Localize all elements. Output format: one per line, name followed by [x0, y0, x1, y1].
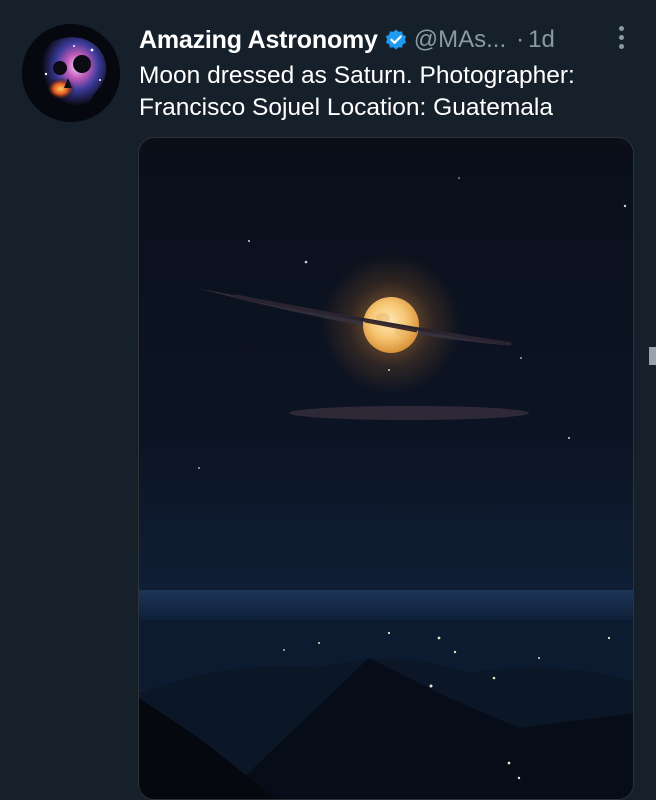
tweet-photo[interactable]: [138, 137, 634, 800]
tweet-text: Moon dressed as Saturn. Photographer: Fr…: [139, 62, 575, 121]
meta-separator: ·: [516, 26, 525, 53]
scrollbar-thumb[interactable]: [649, 347, 656, 365]
tweet-header: Amazing Astronomy @MAs... · 1d: [139, 22, 606, 58]
galaxy-skull-avatar-icon: [22, 24, 120, 122]
moon-saturn-photo: [139, 138, 633, 799]
avatar[interactable]: [22, 24, 120, 122]
timestamp[interactable]: 1d: [528, 26, 555, 54]
author-name[interactable]: Amazing Astronomy: [139, 26, 378, 55]
verified-badge-icon: [384, 28, 408, 52]
tweet[interactable]: Amazing Astronomy @MAs... · 1d Moon dres…: [0, 0, 656, 800]
more-vertical-icon[interactable]: [610, 22, 632, 52]
author-handle[interactable]: @MAs...: [414, 26, 506, 54]
